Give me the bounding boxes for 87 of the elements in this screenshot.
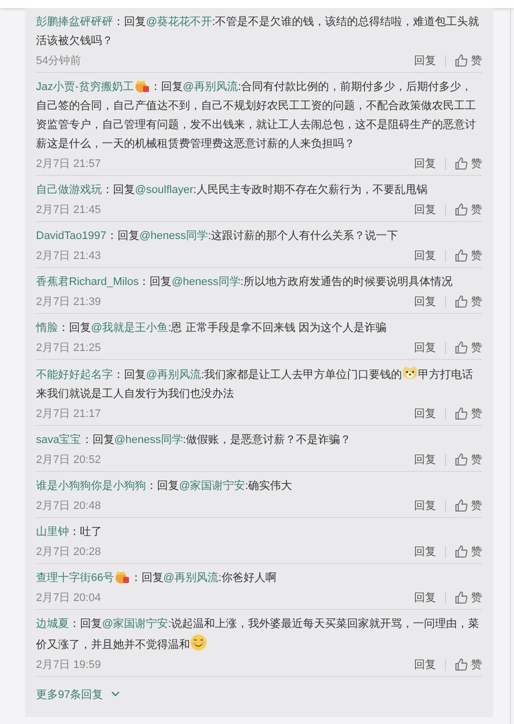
comment-text: Jaz小贾-贫穷搬奶工 ：回复@再别风流:合同有付款比例的，前期付多少，后期付多少，自己签的合同，自己产值达不到，自己不规划好农民工工资的问题，不配合政策做农民工工资监管专户，自己管理有问题，发不出钱来，就让工人去闹总包，这不是阻碍生产的恶意讨薪这是什么，一天的机械租赁费管理费这恶意讨薪的人来负担吗？ [36, 78, 477, 152]
like-button[interactable]: 赞 [455, 590, 482, 605]
comment-text: 边城夏：回复@家国谢宁安:说起温和上涨，我外婆最近每天买菜回家就开骂，一问理由，菜价又涨了，并且她并不觉得温和 [36, 616, 480, 653]
thumbs-up-icon [455, 249, 468, 262]
comment-time: 2月7日 21:39 [36, 295, 102, 309]
smiley-emoji-icon [190, 634, 207, 651]
comment-time: 2月7日 20:48 [36, 499, 102, 513]
thumbs-up-icon [455, 591, 468, 604]
comment-text: 自己做游戏玩：回复@soulflayer:人民民主专政时期不存在欠薪行为，不要乱甩锅 [36, 182, 428, 198]
reply-link[interactable]: 回复 [414, 53, 436, 68]
comment-time: 2月7日 19:59 [36, 658, 102, 672]
username-link[interactable]: 自己做游戏玩 [36, 184, 102, 196]
thumbs-up-icon [455, 157, 468, 170]
username-link[interactable]: 彭鹏捧盆砰砰砰 [36, 16, 113, 28]
comment-time: 2月7日 21:45 [36, 203, 102, 217]
comment-text: 谁是小狗狗你是小狗狗：回复@家国谢宁安:确实伟大 [36, 478, 294, 494]
comment-time: 2月7日 21:17 [36, 407, 102, 421]
more-replies-link[interactable]: 更多97条回复 [36, 677, 482, 711]
comment-time: 2月7日 20:04 [36, 591, 102, 605]
comment-time: 2月7日 20:28 [36, 545, 102, 559]
comment-text: 不能好好起名字：回复@再别风流:我们家都是让工人去甲方单位门口要钱的 甲方打电话来我们就说是工人自发行为我们也没办法 [36, 365, 482, 404]
like-button[interactable]: 赞 [455, 340, 482, 355]
reply-link[interactable]: 回复 [414, 294, 436, 309]
comment-text: DavidTao1997：回复@heness同学:这跟讨薪的那个人有什么关系？说一下 [36, 228, 400, 244]
username-link[interactable]: 查理十字街66号 [36, 572, 114, 584]
reply-link[interactable]: 回复 [414, 248, 436, 263]
reply-link[interactable]: 回复 [414, 657, 436, 672]
username-link[interactable]: 谁是小狗狗你是小狗狗 [36, 480, 146, 492]
like-button[interactable]: 赞 [455, 406, 482, 421]
like-button[interactable]: 赞 [455, 202, 482, 217]
reply-link[interactable]: 回复 [414, 544, 436, 559]
chevron-down-icon [111, 691, 120, 697]
mention-link[interactable]: @再别风流 [182, 81, 238, 93]
mention-link[interactable]: @heness同学 [139, 230, 208, 242]
username-link[interactable]: sava宝宝 [36, 434, 82, 446]
thumbs-up-icon [455, 203, 468, 216]
like-button[interactable]: 赞 [455, 544, 482, 559]
thumbs-up-icon [455, 545, 468, 558]
mention-link[interactable]: @soulflayer [135, 184, 194, 196]
mention-link[interactable]: @heness同学 [172, 276, 240, 288]
like-button[interactable]: 赞 [455, 452, 482, 467]
comment-time: 54分钟前 [36, 54, 82, 68]
comment-text: sava宝宝：回复@heness同学:做假账，是恶意讨薪？不是诈骗？ [36, 432, 352, 448]
mention-link[interactable]: @家国谢宁安 [102, 618, 168, 630]
mention-link[interactable]: @再别风流 [146, 369, 202, 381]
like-button[interactable]: 赞 [455, 53, 482, 68]
mention-link[interactable]: @再别风流 [163, 572, 218, 584]
username-link[interactable]: 不能好好起名字 [36, 369, 113, 381]
reply-link[interactable]: 回复 [414, 340, 436, 355]
like-button[interactable]: 赞 [455, 294, 482, 309]
thumbs-up-icon [455, 54, 468, 67]
reply-link[interactable]: 回复 [414, 590, 436, 605]
username-link[interactable]: Jaz小贾-贫穷搬奶工 [36, 81, 134, 93]
like-button[interactable]: 赞 [455, 248, 482, 263]
mention-link[interactable]: @我就是王小鱼 [91, 322, 168, 334]
thumbs-up-icon [455, 658, 468, 671]
comment-text: 惰脸：回复@我就是王小鱼:恩 正常手段是拿不回来钱 因为这个人是诈骗 [36, 320, 388, 336]
comment-text: 彭鹏捧盆砰砰砰：回复@葵花花不开:不管是不是欠谁的钱，该结的总得结啦，难道包工头就活该被欠钱吗？ [36, 14, 480, 49]
reply-link[interactable]: 回复 [414, 498, 436, 513]
username-link[interactable]: DavidTao1997 [36, 230, 106, 242]
thumbs-up-icon [455, 453, 468, 466]
comment-text: 查理十字街66号 ：回复@再别风流:你爸好人啊 [36, 569, 278, 586]
mention-link[interactable]: @葵花花不开 [146, 16, 212, 28]
reply-link[interactable]: 回复 [414, 406, 436, 421]
username-link[interactable]: 香蕉君Richard_Milos [36, 276, 139, 288]
dog-face-emoji-icon [402, 365, 418, 381]
username-link[interactable]: 边城夏 [36, 618, 69, 630]
username-link[interactable]: 惰脸 [36, 322, 58, 334]
comment-text: 山里钟：吐了 [36, 525, 103, 540]
mention-link[interactable]: @家国谢宁安 [179, 480, 246, 492]
thumbs-up-icon [455, 295, 468, 308]
thumbs-up-icon [455, 499, 468, 512]
comment-time: 2月7日 21:43 [36, 249, 102, 263]
comment-time: 2月7日 21:25 [36, 341, 102, 355]
thumbs-up-icon [455, 407, 468, 420]
like-button[interactable]: 赞 [455, 156, 482, 171]
mention-link[interactable]: @heness同学 [114, 434, 183, 446]
like-button[interactable]: 赞 [455, 498, 482, 513]
reply-link[interactable]: 回复 [414, 452, 436, 467]
reply-link[interactable]: 回复 [414, 156, 436, 171]
reply-link[interactable]: 回复 [414, 202, 436, 217]
comment-text: 香蕉君Richard_Milos：回复@heness同学:所以地方政府发通告的时候要说明具体情况 [36, 274, 454, 290]
like-button[interactable]: 赞 [455, 657, 482, 672]
comment-time: 2月7日 20:52 [36, 453, 102, 467]
username-link[interactable]: 山里钟 [36, 526, 69, 538]
comment-time: 2月7日 21:57 [36, 157, 102, 171]
thumbs-up-icon [455, 341, 468, 354]
